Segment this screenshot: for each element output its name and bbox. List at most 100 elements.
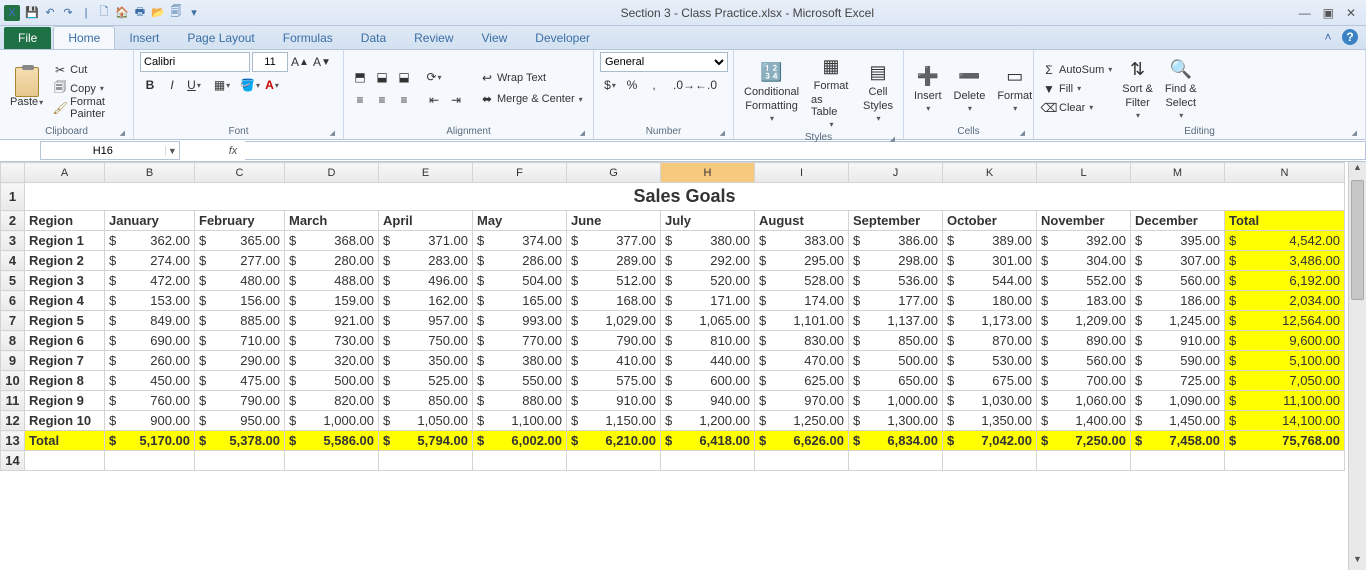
data-cell[interactable]: $950.00: [195, 411, 285, 431]
region-label[interactable]: Region 6: [25, 331, 105, 351]
row-total-cell[interactable]: $2,034.00: [1225, 291, 1345, 311]
row-header-2[interactable]: 2: [1, 211, 25, 231]
col-header-B[interactable]: B: [105, 163, 195, 183]
data-cell[interactable]: $1,137.00: [849, 311, 943, 331]
ribbon-minimize-icon[interactable]: ˄: [1320, 29, 1336, 45]
dec-indent-button[interactable]: ⇤: [424, 90, 444, 110]
autosum-button[interactable]: ΣAutoSum: [1040, 61, 1114, 79]
header-cell[interactable]: August: [755, 211, 849, 231]
row-header-8[interactable]: 8: [1, 331, 25, 351]
data-cell[interactable]: $910.00: [567, 391, 661, 411]
region-label[interactable]: Region 7: [25, 351, 105, 371]
comma-button[interactable]: ,: [644, 75, 664, 95]
row-total-cell[interactable]: $6,192.00: [1225, 271, 1345, 291]
data-cell[interactable]: $180.00: [943, 291, 1037, 311]
col-header-D[interactable]: D: [285, 163, 379, 183]
header-cell[interactable]: April: [379, 211, 473, 231]
conditional-formatting-button[interactable]: 🔢ConditionalFormatting: [740, 58, 803, 125]
title-cell[interactable]: Sales Goals: [25, 183, 1345, 211]
data-cell[interactable]: $1,090.00: [1131, 391, 1225, 411]
data-cell[interactable]: $450.00: [105, 371, 195, 391]
data-cell[interactable]: $496.00: [379, 271, 473, 291]
data-cell[interactable]: $1,450.00: [1131, 411, 1225, 431]
data-cell[interactable]: $1,150.00: [567, 411, 661, 431]
data-cell[interactable]: $885.00: [195, 311, 285, 331]
data-cell[interactable]: $475.00: [195, 371, 285, 391]
data-cell[interactable]: $550.00: [473, 371, 567, 391]
col-header-E[interactable]: E: [379, 163, 473, 183]
data-cell[interactable]: $371.00: [379, 231, 473, 251]
data-cell[interactable]: $410.00: [567, 351, 661, 371]
tab-view[interactable]: View: [468, 27, 522, 49]
data-cell[interactable]: $993.00: [473, 311, 567, 331]
grand-total-cell[interactable]: $75,768.00: [1225, 431, 1345, 451]
data-cell[interactable]: $560.00: [1037, 351, 1131, 371]
data-cell[interactable]: $650.00: [849, 371, 943, 391]
data-cell[interactable]: $870.00: [943, 331, 1037, 351]
data-cell[interactable]: $1,050.00: [379, 411, 473, 431]
format-as-table-button[interactable]: ▦Formatas Table: [807, 52, 855, 131]
col-header-I[interactable]: I: [755, 163, 849, 183]
vertical-scrollbar[interactable]: ▲ ▼: [1348, 162, 1366, 570]
col-header-C[interactable]: C: [195, 163, 285, 183]
col-header-G[interactable]: G: [567, 163, 661, 183]
data-cell[interactable]: $940.00: [661, 391, 755, 411]
tab-review[interactable]: Review: [400, 27, 467, 49]
merge-center-button[interactable]: ⬌Merge & Center: [478, 90, 585, 108]
data-cell[interactable]: $1,350.00: [943, 411, 1037, 431]
empty-cell[interactable]: [285, 451, 379, 471]
header-cell[interactable]: January: [105, 211, 195, 231]
data-cell[interactable]: $1,030.00: [943, 391, 1037, 411]
data-cell[interactable]: $500.00: [849, 351, 943, 371]
data-cell[interactable]: $377.00: [567, 231, 661, 251]
empty-cell[interactable]: [1225, 451, 1345, 471]
data-cell[interactable]: $368.00: [285, 231, 379, 251]
format-cells-button[interactable]: ▭Format: [993, 62, 1036, 115]
data-cell[interactable]: $1,250.00: [755, 411, 849, 431]
data-cell[interactable]: $389.00: [943, 231, 1037, 251]
region-label[interactable]: Region 4: [25, 291, 105, 311]
name-box-dropdown[interactable]: ▼: [165, 146, 179, 156]
name-box-input[interactable]: [41, 145, 165, 157]
number-format-combo[interactable]: General: [600, 52, 728, 72]
data-cell[interactable]: $295.00: [755, 251, 849, 271]
col-total-cell[interactable]: $7,250.00: [1037, 431, 1131, 451]
data-cell[interactable]: $525.00: [379, 371, 473, 391]
data-cell[interactable]: $760.00: [105, 391, 195, 411]
empty-cell[interactable]: [943, 451, 1037, 471]
data-cell[interactable]: $512.00: [567, 271, 661, 291]
data-cell[interactable]: $520.00: [661, 271, 755, 291]
col-header-A[interactable]: A: [25, 163, 105, 183]
folder-icon[interactable]: 🗐: [168, 5, 184, 21]
tab-home[interactable]: Home: [53, 26, 115, 49]
data-cell[interactable]: $386.00: [849, 231, 943, 251]
data-cell[interactable]: $770.00: [473, 331, 567, 351]
tab-developer[interactable]: Developer: [521, 27, 604, 49]
data-cell[interactable]: $504.00: [473, 271, 567, 291]
region-label[interactable]: Region 2: [25, 251, 105, 271]
data-cell[interactable]: $380.00: [661, 231, 755, 251]
data-cell[interactable]: $280.00: [285, 251, 379, 271]
delete-cells-button[interactable]: ➖Delete: [950, 62, 990, 115]
data-cell[interactable]: $186.00: [1131, 291, 1225, 311]
bold-button[interactable]: B: [140, 75, 160, 95]
data-cell[interactable]: $392.00: [1037, 231, 1131, 251]
col-total-cell[interactable]: $5,378.00: [195, 431, 285, 451]
align-top-button[interactable]: ⬒: [350, 67, 370, 87]
data-cell[interactable]: $849.00: [105, 311, 195, 331]
data-cell[interactable]: $910.00: [1131, 331, 1225, 351]
scrollbar-thumb[interactable]: [1351, 180, 1364, 300]
row-total-cell[interactable]: $11,100.00: [1225, 391, 1345, 411]
header-cell[interactable]: March: [285, 211, 379, 231]
grow-font-button[interactable]: A▲: [290, 52, 310, 72]
header-cell[interactable]: May: [473, 211, 567, 231]
data-cell[interactable]: $165.00: [473, 291, 567, 311]
percent-button[interactable]: %: [622, 75, 642, 95]
font-size-combo[interactable]: [252, 52, 288, 72]
data-cell[interactable]: $725.00: [1131, 371, 1225, 391]
data-cell[interactable]: $500.00: [285, 371, 379, 391]
row-total-cell[interactable]: $3,486.00: [1225, 251, 1345, 271]
tab-formulas[interactable]: Formulas: [269, 27, 347, 49]
data-cell[interactable]: $810.00: [661, 331, 755, 351]
data-cell[interactable]: $1,173.00: [943, 311, 1037, 331]
